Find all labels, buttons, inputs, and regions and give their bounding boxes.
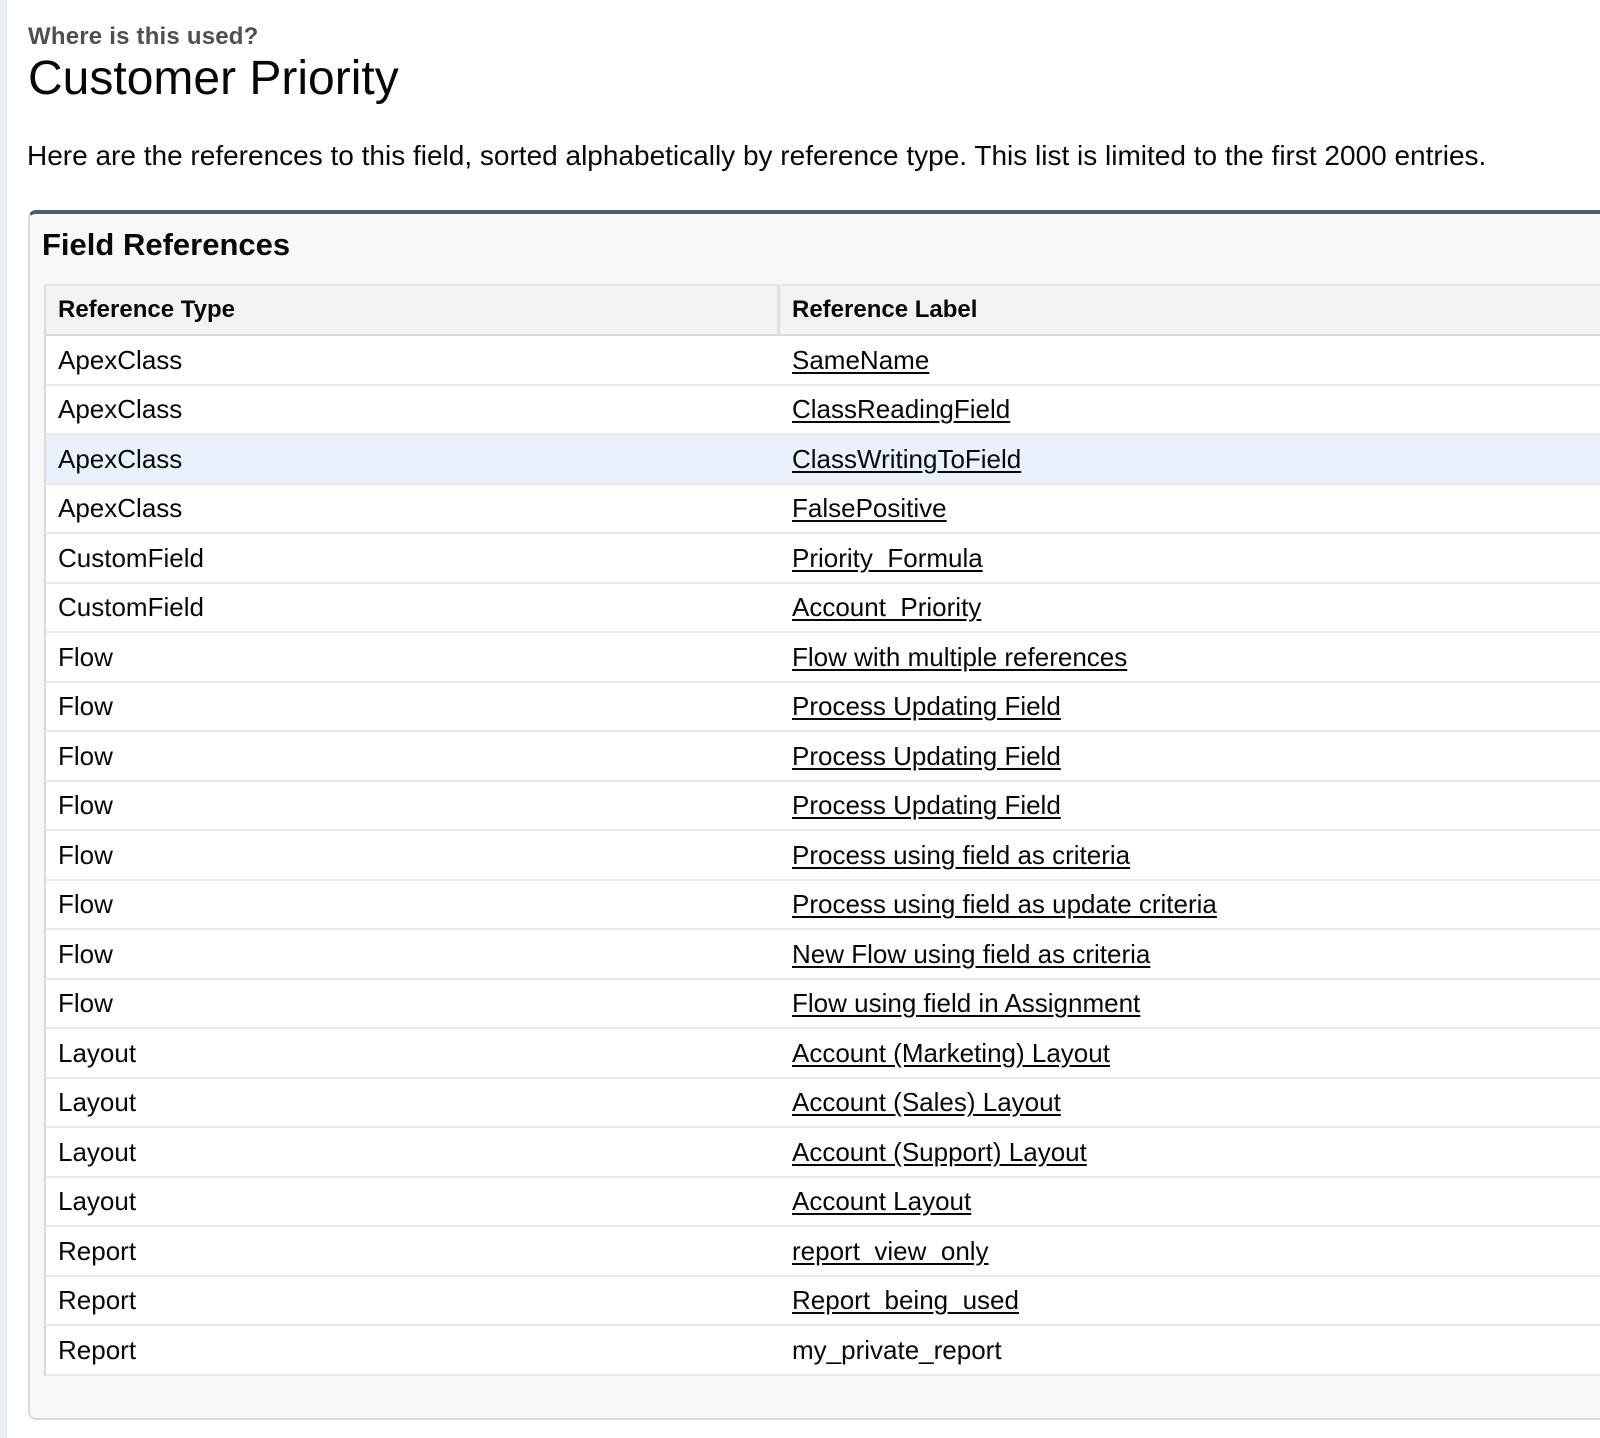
reference-type-cell: Flow bbox=[58, 938, 113, 969]
reference-label-cell: Process Updating Field bbox=[780, 790, 1061, 820]
reference-label-cell: ClassReadingField bbox=[780, 394, 1010, 424]
reference-type-cell: ApexClass bbox=[58, 344, 183, 375]
reference-label-cell: Account_Priority bbox=[780, 592, 981, 622]
reference-label-cell: Account (Sales) Layout bbox=[780, 1087, 1061, 1117]
reference-label-link[interactable]: Process Updating Field bbox=[792, 790, 1061, 820]
table-row: Report report_view_only bbox=[46, 1227, 1600, 1277]
reference-type-cell: Flow bbox=[58, 641, 113, 672]
reference-label-cell: report_view_only bbox=[780, 1236, 989, 1266]
reference-label-cell: FalsePositive bbox=[780, 493, 947, 523]
reference-label-cell: Account (Marketing) Layout bbox=[780, 1038, 1110, 1068]
reference-label-cell: Report_being_used bbox=[780, 1285, 1019, 1315]
table-row: Flow Process Updating Field bbox=[46, 683, 1600, 732]
table-row: CustomField Priority_Formula bbox=[46, 534, 1600, 584]
reference-label-cell: ClassWritingToField bbox=[780, 444, 1021, 474]
reference-type-cell: Flow bbox=[58, 740, 113, 771]
table-header: Reference Type Reference Label bbox=[46, 286, 1600, 336]
reference-type-cell: Report bbox=[58, 1334, 137, 1365]
table-row: Layout Account Layout bbox=[46, 1178, 1600, 1227]
table-row: ApexClass SameName bbox=[46, 336, 1600, 386]
reference-type-cell: ApexClass bbox=[58, 493, 183, 524]
reference-label-link[interactable]: Report_being_used bbox=[792, 1285, 1019, 1315]
reference-label-cell: New Flow using field as criteria bbox=[780, 939, 1150, 969]
table-row: ApexClass ClassReadingField bbox=[46, 386, 1600, 435]
reference-label-cell: Process using field as criteria bbox=[780, 840, 1130, 870]
references-table: Reference Type Reference Label ApexClass… bbox=[44, 284, 1600, 1376]
reference-label-link[interactable]: Flow with multiple references bbox=[792, 642, 1127, 672]
table-row: Layout Account (Support) Layout bbox=[46, 1128, 1600, 1178]
column-header-reference-type: Reference Type bbox=[46, 286, 780, 334]
table-row: Flow Process Updating Field bbox=[46, 732, 1600, 782]
reference-type-cell: Layout bbox=[58, 1037, 137, 1068]
reference-label-link[interactable]: Account (Marketing) Layout bbox=[792, 1038, 1110, 1068]
reference-label-cell: Flow with multiple references bbox=[780, 642, 1127, 672]
column-header-reference-label: Reference Label bbox=[792, 296, 978, 323]
table-row: Report my_private_report bbox=[46, 1326, 1600, 1376]
table-row: Layout Account (Marketing) Layout bbox=[46, 1029, 1600, 1079]
reference-type-cell: ApexClass bbox=[58, 394, 183, 425]
reference-type-cell: Flow bbox=[58, 790, 113, 821]
reference-label-link[interactable]: Account Layout bbox=[792, 1186, 971, 1216]
page: Where is this used? Customer Priority He… bbox=[0, 0, 1600, 1438]
reference-type-cell: Flow bbox=[58, 839, 113, 870]
reference-label-cell: my_private_report bbox=[780, 1335, 1002, 1365]
page-title: Customer Priority bbox=[28, 52, 399, 105]
table-row: Flow Flow with multiple references bbox=[46, 633, 1600, 683]
table-row: Flow Flow using field in Assignment bbox=[46, 980, 1600, 1029]
page-eyebrow: Where is this used? bbox=[28, 23, 259, 50]
reference-label-cell: Process Updating Field bbox=[780, 741, 1061, 771]
reference-label-cell: Process Updating Field bbox=[780, 691, 1061, 721]
reference-type-cell: Flow bbox=[58, 691, 113, 722]
reference-type-cell: Layout bbox=[58, 1087, 137, 1118]
table-row: Layout Account (Sales) Layout bbox=[46, 1079, 1600, 1128]
reference-label-link[interactable]: Process using field as update criteria bbox=[792, 889, 1217, 919]
reference-label-link[interactable]: New Flow using field as criteria bbox=[792, 939, 1150, 969]
reference-label-link[interactable]: ClassWritingToField bbox=[792, 444, 1021, 474]
reference-label-link[interactable]: ClassReadingField bbox=[792, 394, 1010, 424]
reference-type-cell: CustomField bbox=[58, 542, 204, 573]
reference-label-link[interactable]: Flow using field in Assignment bbox=[792, 988, 1140, 1018]
reference-label-link[interactable]: Process using field as criteria bbox=[792, 840, 1130, 870]
reference-label-text: my_private_report bbox=[792, 1334, 1002, 1365]
reference-type-cell: Report bbox=[58, 1285, 137, 1316]
table-body: ApexClass SameName ApexClass ClassReadingFi… bbox=[46, 336, 1600, 1376]
reference-type-cell: Flow bbox=[58, 988, 113, 1019]
page-description: Here are the references to this field, s… bbox=[27, 140, 1487, 171]
reference-label-link[interactable]: report_view_only bbox=[792, 1236, 989, 1266]
reference-label-cell: Account Layout bbox=[780, 1186, 971, 1216]
table-row: ApexClass FalsePositive bbox=[46, 485, 1600, 534]
table-row: CustomField Account_Priority bbox=[46, 584, 1600, 633]
table-row: Flow Process using field as update criter… bbox=[46, 881, 1600, 930]
reference-type-cell: Layout bbox=[58, 1186, 137, 1217]
reference-type-cell: Layout bbox=[58, 1136, 137, 1167]
table-row: ApexClass ClassWritingToField bbox=[46, 435, 1600, 485]
table-row: Flow Process using field as criteria bbox=[46, 831, 1600, 881]
reference-label-link[interactable]: FalsePositive bbox=[792, 493, 947, 523]
reference-label-link[interactable]: Priority_Formula bbox=[792, 543, 983, 573]
reference-type-cell: ApexClass bbox=[58, 443, 183, 474]
reference-label-link[interactable]: Account_Priority bbox=[792, 592, 981, 622]
table-row: Report Report_being_used bbox=[46, 1277, 1600, 1326]
reference-type-cell: Report bbox=[58, 1235, 137, 1266]
reference-type-cell: CustomField bbox=[58, 592, 204, 623]
reference-label-cell: Flow using field in Assignment bbox=[780, 988, 1140, 1018]
page-header: Where is this used? Customer Priority bbox=[28, 22, 399, 106]
reference-label-cell: Priority_Formula bbox=[780, 543, 983, 573]
reference-label-link[interactable]: Process Updating Field bbox=[792, 741, 1061, 771]
table-row: Flow New Flow using field as criteria bbox=[46, 930, 1600, 980]
reference-label-cell: SameName bbox=[780, 345, 929, 375]
reference-label-link[interactable]: Process Updating Field bbox=[792, 691, 1061, 721]
table-row: Flow Process Updating Field bbox=[46, 782, 1600, 831]
reference-label-cell: Process using field as update criteria bbox=[780, 889, 1217, 919]
card-title: Field References bbox=[42, 227, 291, 262]
reference-label-link[interactable]: Account (Support) Layout bbox=[792, 1137, 1087, 1167]
field-references-card: Field References Reference Type Referenc… bbox=[28, 210, 1600, 1420]
reference-label-link[interactable]: SameName bbox=[792, 345, 929, 375]
reference-label-link[interactable]: Account (Sales) Layout bbox=[792, 1087, 1061, 1117]
reference-label-cell: Account (Support) Layout bbox=[780, 1137, 1087, 1167]
reference-type-cell: Flow bbox=[58, 889, 113, 920]
left-panel-edge bbox=[0, 0, 7, 1438]
